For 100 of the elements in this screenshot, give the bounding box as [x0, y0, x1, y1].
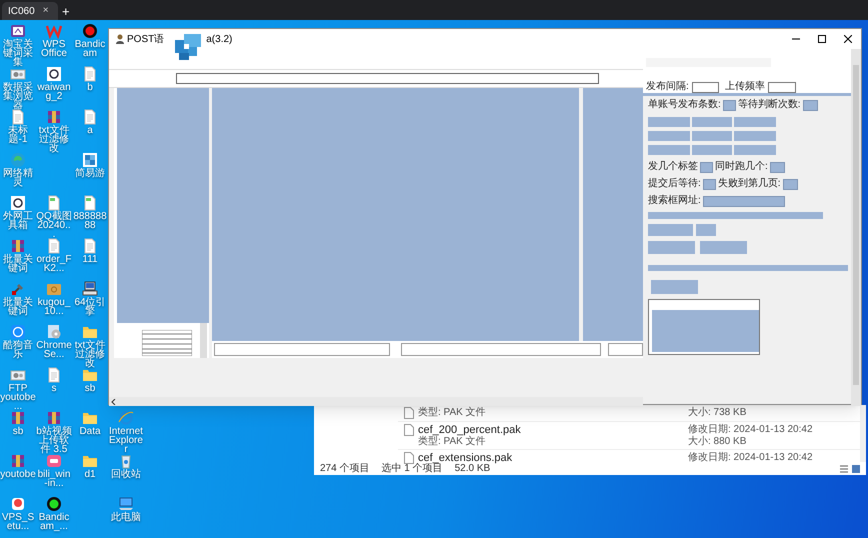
icon-label: 批量关键词	[2, 298, 34, 316]
details-view-icon[interactable]	[840, 464, 848, 472]
blurred-block	[696, 224, 716, 236]
file-detail: 类型: PAK 文件	[418, 436, 487, 447]
folder-icon[interactable]	[82, 410, 98, 426]
field-label: 同时跑几个:	[715, 162, 768, 172]
blurred-block	[734, 145, 776, 155]
field-label: 发布间隔:	[646, 82, 689, 92]
document-icon[interactable]	[82, 238, 98, 254]
icon-label: Internet Explorer	[108, 427, 144, 454]
blurred-block	[734, 131, 776, 141]
input-field[interactable]	[782, 178, 798, 190]
input-field[interactable]	[768, 82, 796, 92]
record-icon[interactable]	[46, 496, 62, 512]
input-field[interactable]	[770, 162, 785, 172]
tiles-view-icon[interactable]	[852, 464, 860, 472]
blurred-block	[648, 145, 690, 155]
ring-logo-icon[interactable]	[46, 66, 62, 82]
status-text: 52.0 KB	[454, 464, 490, 474]
icon-label: txt文件过滤修改	[38, 126, 70, 153]
input-field[interactable]	[702, 178, 716, 190]
close-button[interactable]: ×	[42, 6, 49, 16]
folder-icon[interactable]	[82, 324, 98, 340]
laptop-icon[interactable]	[118, 496, 134, 512]
input-field[interactable]	[722, 100, 736, 110]
horizontal-scrollbar[interactable]	[109, 397, 643, 406]
archive-icon[interactable]	[46, 410, 62, 426]
blurred-block	[648, 117, 690, 127]
squares-logo-icon[interactable]	[82, 152, 98, 168]
document-icon[interactable]	[82, 66, 98, 82]
icon-label: Bandicam	[74, 40, 106, 58]
field-label: 单账号发布条数:	[648, 100, 721, 110]
image-file-icon[interactable]	[46, 195, 62, 211]
field-label: 提交后等待:	[648, 179, 701, 189]
document-icon[interactable]	[82, 109, 98, 125]
input-field[interactable]	[802, 100, 818, 110]
tools-icon[interactable]	[10, 281, 26, 297]
input-field[interactable]	[692, 82, 719, 92]
scrollbar[interactable]	[860, 405, 866, 462]
close-icon	[844, 35, 852, 43]
icon-label: 外网工具箱	[2, 212, 34, 230]
input-field[interactable]	[176, 73, 599, 84]
icon-label: kugou_10...	[36, 298, 72, 316]
icon-label: 回收站	[111, 470, 141, 479]
blurred-block	[692, 145, 732, 155]
status-text: 274 个项目	[320, 464, 370, 474]
blurred-block	[692, 117, 732, 127]
badge-app-icon[interactable]	[10, 496, 26, 512]
icon-label: sb	[84, 384, 96, 393]
archive-icon[interactable]	[10, 410, 26, 426]
icon-label: 此电脑	[111, 513, 141, 522]
file-name[interactable]: cef_extensions.pak	[418, 452, 512, 464]
icon-label: b	[87, 83, 93, 92]
folder-icon[interactable]	[82, 453, 98, 469]
round-app-icon[interactable]	[10, 324, 26, 340]
icon-label: 数据采集浏览器	[2, 83, 34, 110]
file-detail: 类型: PAK 文件	[418, 407, 486, 418]
blurred-block	[651, 280, 698, 294]
icon-label: QQ截图20240...	[36, 212, 72, 239]
archive-icon[interactable]	[10, 238, 26, 254]
browser-tab[interactable]: IC060 ×	[2, 2, 58, 20]
status-text: 选中 1 个项目	[381, 464, 443, 474]
icon-label: 简易游	[75, 169, 105, 178]
globe-icon[interactable]	[118, 410, 134, 426]
rounded-app-icon[interactable]	[46, 453, 62, 469]
ring-logo-icon[interactable]	[10, 195, 26, 211]
input-field[interactable]	[214, 343, 390, 356]
input-field[interactable]	[401, 343, 601, 356]
input-field[interactable]	[702, 196, 785, 206]
box-icon[interactable]	[46, 281, 62, 297]
icon-label: 批量关键词	[2, 255, 34, 273]
icon-label: Bandicam_...	[38, 513, 70, 531]
folder-icon[interactable]	[82, 367, 98, 383]
document-icon[interactable]	[10, 109, 26, 125]
archive-icon[interactable]	[46, 109, 62, 125]
icon-label: s	[52, 384, 56, 393]
icon-label: order_FK2...	[36, 255, 72, 273]
file-detail: 修改日期: 2024-01-13 20:42	[688, 452, 813, 464]
zigzag-icon[interactable]	[46, 23, 62, 39]
icon-label: 64位引擎	[73, 298, 107, 316]
input-field[interactable]	[700, 162, 713, 172]
file-name[interactable]: cef_200_percent.pak	[418, 424, 521, 436]
image-file-icon[interactable]	[82, 195, 98, 211]
field-label: 等待判断次数:	[738, 100, 801, 110]
document-icon[interactable]	[46, 367, 62, 383]
field-label: 上传频率	[724, 82, 765, 92]
icon-label: b站视频上传软件 3.5	[36, 427, 72, 454]
vertical-scrollbar[interactable]	[851, 49, 861, 406]
computer-icon[interactable]	[82, 281, 98, 297]
document-icon[interactable]	[46, 238, 62, 254]
record-icon[interactable]	[82, 23, 98, 39]
new-tab-button[interactable]: +	[62, 5, 70, 18]
icon-label: 88888888	[72, 212, 108, 230]
icon-label: bili_win-in...	[36, 470, 72, 488]
archive-icon[interactable]	[10, 453, 26, 469]
blurred-block	[700, 241, 747, 254]
app-icon[interactable]	[10, 23, 26, 39]
user-icon	[115, 34, 125, 44]
input-field[interactable]	[608, 343, 643, 356]
scrollbar[interactable]	[200, 323, 207, 358]
